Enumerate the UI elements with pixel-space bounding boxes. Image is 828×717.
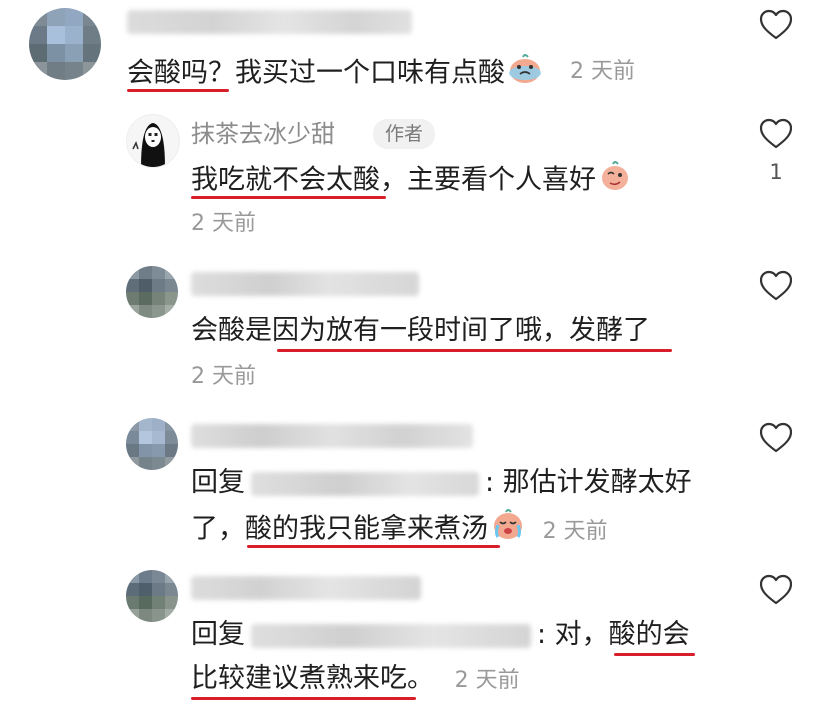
- comment-underline: [614, 653, 695, 656]
- reply-line-2: 比较建议煮熟来吃。 2 天前: [191, 663, 520, 694]
- reply-line-1: 回复: 对，酸的会: [191, 619, 690, 650]
- heart-icon[interactable]: [759, 422, 793, 454]
- comment-underline: [191, 196, 386, 199]
- crying-emoji-icon: [507, 51, 543, 97]
- heart-icon[interactable]: [759, 574, 793, 606]
- comment-text: 会酸是因为放有一段时间了哦，发酵了: [191, 315, 650, 346]
- comment-underline: [127, 89, 229, 92]
- heart-icon[interactable]: [759, 118, 793, 150]
- timestamp: 2 天前: [454, 668, 520, 693]
- thinking-emoji-icon: [598, 158, 632, 204]
- comment-underline: [247, 545, 500, 548]
- comment-underline: [277, 349, 672, 352]
- timestamp: 2 天前: [570, 59, 635, 84]
- timestamp: 2 天前: [191, 364, 256, 389]
- avatar[interactable]: [29, 8, 101, 80]
- blurred-username: [127, 10, 412, 34]
- heart-icon[interactable]: [759, 9, 793, 41]
- heart-icon[interactable]: [759, 270, 793, 302]
- timestamp: 2 天前: [191, 211, 256, 236]
- timestamp: 2 天前: [542, 518, 608, 544]
- blurred-username: [191, 576, 421, 600]
- like-count: 1: [769, 160, 783, 184]
- author-name[interactable]: 抹茶去冰少甜: [191, 117, 335, 151]
- reply-line-1: 回复: 那估计发酵太好: [191, 467, 692, 498]
- blurred-mention[interactable]: [251, 623, 531, 648]
- comment-underline: [191, 697, 416, 700]
- avatar[interactable]: [126, 418, 178, 470]
- avatar[interactable]: [126, 266, 178, 318]
- author-avatar[interactable]: [126, 114, 180, 168]
- blurred-username: [191, 272, 419, 296]
- blurred-username: [191, 424, 473, 448]
- avatar[interactable]: [126, 570, 178, 622]
- author-badge: 作者: [373, 119, 436, 149]
- blurred-mention[interactable]: [251, 471, 479, 496]
